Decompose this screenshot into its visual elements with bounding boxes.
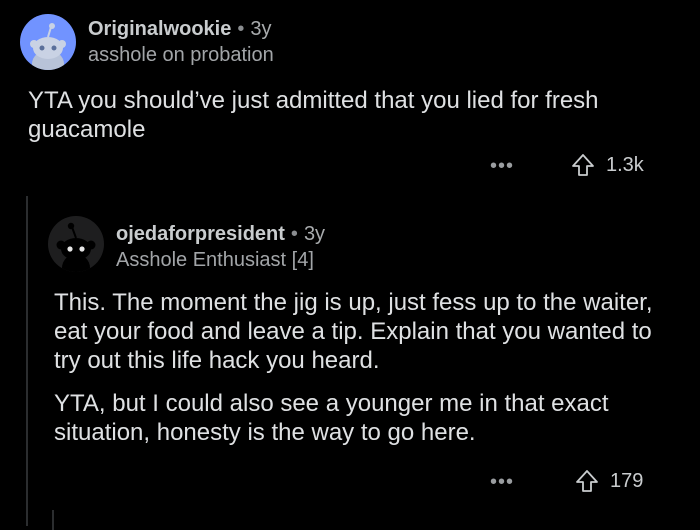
vote-score: 179 [610, 469, 644, 492]
user-flair: asshole on probation [88, 44, 274, 66]
vote-score: 1.3k [606, 153, 644, 176]
separator-dot: • [290, 223, 298, 245]
author-name[interactable]: ojedaforpresident [116, 223, 285, 245]
comment-age: 3y [250, 18, 272, 40]
thread-line[interactable] [52, 510, 54, 530]
comment-body: YTA you should’ve just admitted that you… [28, 86, 678, 144]
upvote-arrow-icon[interactable] [574, 468, 600, 494]
comment-originalwookie: Originalwookie • 3y asshole on probation Y… [0, 0, 700, 200]
comment-author-line: ojedaforpresident • 3y [116, 223, 325, 246]
upvote-control[interactable]: 179 [574, 468, 643, 494]
user-flair: Asshole Enthusiast [4] [116, 249, 314, 271]
more-options-button[interactable]: ••• [490, 471, 514, 494]
reddit-snoo-black-icon [56, 222, 96, 272]
upvote-arrow-icon[interactable] [570, 152, 596, 178]
avatar[interactable] [20, 14, 76, 70]
reddit-snoo-icon [30, 23, 66, 70]
comment-paragraph: YTA, but I could also see a younger me i… [54, 390, 609, 446]
avatar[interactable] [48, 216, 104, 272]
comment-text: YTA you should’ve just admitted that you… [28, 87, 599, 143]
comment-body: This. The moment the jig is up, just fes… [54, 288, 684, 461]
comment-age: 3y [303, 223, 326, 245]
thread-line[interactable] [26, 196, 28, 526]
comment-author-line: Originalwookie • 3y [88, 18, 272, 41]
upvote-control[interactable]: 1.3k [570, 152, 644, 178]
separator-dot: • [237, 18, 245, 40]
more-options-button[interactable]: ••• [490, 155, 514, 178]
comment-paragraph: This. The moment the jig is up, just fes… [54, 289, 653, 374]
author-name[interactable]: Originalwookie [88, 18, 231, 40]
